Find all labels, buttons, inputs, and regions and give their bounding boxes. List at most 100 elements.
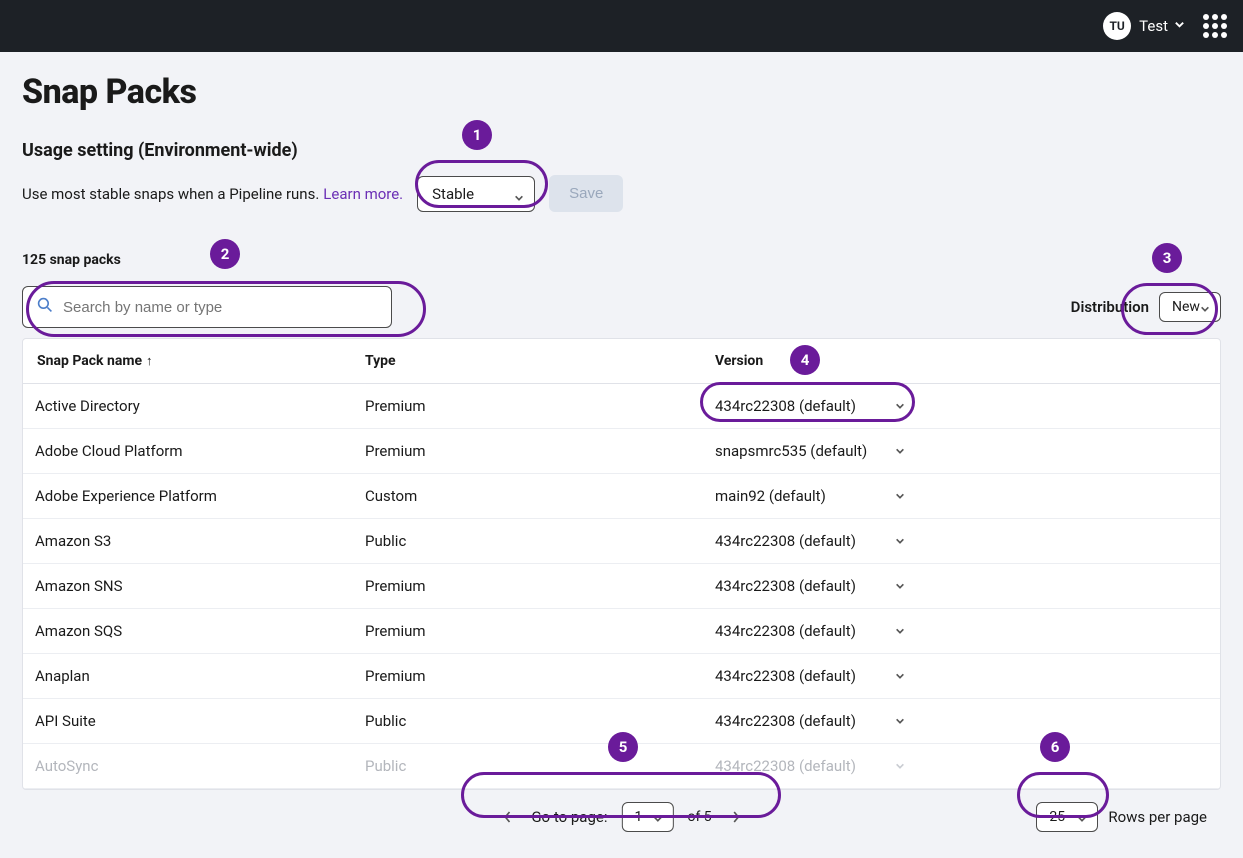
cell-name: Amazon S3 bbox=[23, 519, 353, 564]
usage-select[interactable]: Stable bbox=[417, 176, 535, 212]
top-bar: TU Test bbox=[0, 0, 1243, 52]
column-header-type[interactable]: Type bbox=[353, 339, 703, 384]
table-row: Active DirectoryPremium 434rc22308 (defau… bbox=[23, 384, 1220, 429]
cell-version: 434rc22308 (default) bbox=[703, 519, 1220, 564]
page-select[interactable]: 1 bbox=[621, 802, 673, 832]
rows-per-page-select[interactable]: 25 bbox=[1036, 802, 1098, 832]
save-button[interactable]: Save bbox=[549, 175, 623, 212]
column-header-name[interactable]: Snap Pack name↑ bbox=[23, 339, 353, 384]
cell-version: 434rc22308 (default) bbox=[703, 744, 1220, 789]
chevron-down-icon bbox=[1077, 812, 1087, 822]
cell-name: API Suite bbox=[23, 699, 353, 744]
version-value: snapsmrc535 (default) bbox=[715, 442, 867, 460]
page-title: Snap Packs bbox=[22, 72, 1221, 112]
version-select[interactable]: 434rc22308 (default) bbox=[715, 577, 905, 595]
cell-type: Premium bbox=[353, 564, 703, 609]
distribution-select[interactable]: New bbox=[1159, 292, 1221, 322]
content-area: Snap Packs Usage setting (Environment-wi… bbox=[0, 52, 1243, 858]
distribution-value: New bbox=[1172, 299, 1200, 315]
chevron-down-icon bbox=[895, 671, 905, 681]
cell-type: Premium bbox=[353, 654, 703, 699]
pagination-bar: Go to page: 1 of 5 25 Rows per page bbox=[22, 790, 1221, 838]
cell-type: Custom bbox=[353, 474, 703, 519]
avatar: TU bbox=[1103, 12, 1131, 40]
version-select[interactable]: main92 (default) bbox=[715, 487, 905, 505]
version-select[interactable]: 434rc22308 (default) bbox=[715, 757, 905, 775]
cell-type: Premium bbox=[353, 429, 703, 474]
cell-name: Adobe Cloud Platform bbox=[23, 429, 353, 474]
cell-name: Amazon SNS bbox=[23, 564, 353, 609]
chevron-down-icon bbox=[895, 761, 905, 771]
cell-type: Public bbox=[353, 519, 703, 564]
user-name-label: Test bbox=[1139, 17, 1168, 35]
table-row: Adobe Experience PlatformCustom main92 (d… bbox=[23, 474, 1220, 519]
version-select[interactable]: 434rc22308 (default) bbox=[715, 712, 905, 730]
goto-page-label: Go to page: bbox=[531, 808, 607, 826]
chevron-down-icon bbox=[895, 716, 905, 726]
cell-type: Premium bbox=[353, 609, 703, 654]
version-value: main92 (default) bbox=[715, 487, 826, 505]
cell-version: 434rc22308 (default) bbox=[703, 384, 1220, 429]
table-row: Amazon S3Public 434rc22308 (default) bbox=[23, 519, 1220, 564]
cell-name: Amazon SQS bbox=[23, 609, 353, 654]
of-pages-label: of 5 bbox=[687, 809, 711, 825]
cell-version: snapsmrc535 (default) bbox=[703, 429, 1220, 474]
prev-page-button[interactable] bbox=[497, 807, 517, 827]
count-label: 125 snap packs bbox=[22, 252, 1221, 268]
version-value: 434rc22308 (default) bbox=[715, 532, 856, 550]
distribution-label: Distribution bbox=[1071, 298, 1149, 316]
cell-type: Public bbox=[353, 699, 703, 744]
table-row: AnaplanPremium 434rc22308 (default) bbox=[23, 654, 1220, 699]
learn-more-link[interactable]: Learn more. bbox=[323, 185, 403, 203]
chevron-down-icon bbox=[895, 491, 905, 501]
search-input-container[interactable] bbox=[22, 286, 392, 328]
cell-version: main92 (default) bbox=[703, 474, 1220, 519]
cell-type: Public bbox=[353, 744, 703, 789]
chevron-down-icon bbox=[895, 626, 905, 636]
version-value: 434rc22308 (default) bbox=[715, 577, 856, 595]
version-value: 434rc22308 (default) bbox=[715, 397, 856, 415]
version-select[interactable]: 434rc22308 (default) bbox=[715, 397, 905, 415]
cell-name: Active Directory bbox=[23, 384, 353, 429]
apps-grid-icon[interactable] bbox=[1203, 14, 1227, 38]
chevron-down-icon bbox=[1174, 18, 1185, 34]
page-value: 1 bbox=[634, 809, 642, 825]
usage-heading: Usage setting (Environment-wide) bbox=[22, 140, 1221, 161]
chevron-down-icon bbox=[652, 812, 662, 822]
chevron-down-icon bbox=[895, 446, 905, 456]
search-icon bbox=[37, 297, 63, 317]
cell-name: Anaplan bbox=[23, 654, 353, 699]
chevron-down-icon bbox=[895, 401, 905, 411]
chevron-down-icon bbox=[1200, 302, 1210, 312]
table-row: AutoSyncPublic 434rc22308 (default) bbox=[23, 744, 1220, 789]
table-row: Amazon SNSPremium 434rc22308 (default) bbox=[23, 564, 1220, 609]
cell-version: 434rc22308 (default) bbox=[703, 564, 1220, 609]
version-value: 434rc22308 (default) bbox=[715, 757, 856, 775]
sort-ascending-icon: ↑ bbox=[146, 354, 153, 369]
column-header-version[interactable]: Version bbox=[703, 339, 1220, 384]
version-select[interactable]: snapsmrc535 (default) bbox=[715, 442, 905, 460]
cell-version: 434rc22308 (default) bbox=[703, 609, 1220, 654]
version-select[interactable]: 434rc22308 (default) bbox=[715, 532, 905, 550]
cell-name: AutoSync bbox=[23, 744, 353, 789]
cell-name: Adobe Experience Platform bbox=[23, 474, 353, 519]
cell-version: 434rc22308 (default) bbox=[703, 654, 1220, 699]
table-row: Amazon SQSPremium 434rc22308 (default) bbox=[23, 609, 1220, 654]
version-select[interactable]: 434rc22308 (default) bbox=[715, 622, 905, 640]
rows-per-page-label: Rows per page bbox=[1108, 808, 1207, 826]
snap-packs-table: Snap Pack name↑ Type Version Active Dire… bbox=[22, 338, 1221, 790]
chevron-down-icon bbox=[514, 189, 524, 199]
cell-version: 434rc22308 (default) bbox=[703, 699, 1220, 744]
cell-type: Premium bbox=[353, 384, 703, 429]
next-page-button[interactable] bbox=[726, 807, 746, 827]
chevron-down-icon bbox=[895, 581, 905, 591]
version-select[interactable]: 434rc22308 (default) bbox=[715, 667, 905, 685]
search-input[interactable] bbox=[63, 299, 377, 316]
usage-select-value: Stable bbox=[432, 185, 474, 203]
usage-description: Use most stable snaps when a Pipeline ru… bbox=[22, 185, 319, 203]
version-value: 434rc22308 (default) bbox=[715, 622, 856, 640]
table-row: Adobe Cloud PlatformPremium snapsmrc535 (… bbox=[23, 429, 1220, 474]
user-menu[interactable]: TU Test bbox=[1103, 12, 1185, 40]
version-value: 434rc22308 (default) bbox=[715, 667, 856, 685]
chevron-down-icon bbox=[895, 536, 905, 546]
